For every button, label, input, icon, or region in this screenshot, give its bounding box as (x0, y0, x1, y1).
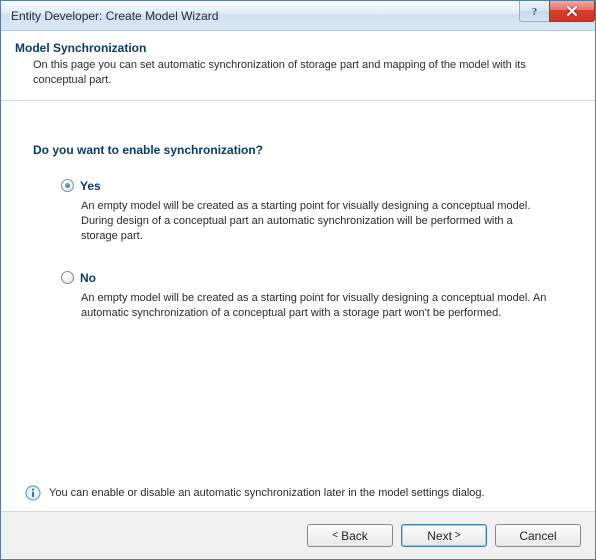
info-icon (25, 485, 41, 501)
window-title: Entity Developer: Create Model Wizard (11, 9, 218, 23)
help-button[interactable]: ? (519, 1, 549, 22)
help-icon: ? (529, 5, 540, 17)
next-button[interactable]: Next > (401, 524, 487, 547)
option-yes: Yes An empty model will be created as a … (61, 179, 563, 245)
back-button-label: Back (341, 529, 368, 543)
info-row: You can enable or disable an automatic s… (1, 485, 595, 511)
cancel-button-label: Cancel (519, 529, 556, 543)
wizard-window: Entity Developer: Create Model Wizard ? … (0, 0, 596, 560)
info-text: You can enable or disable an automatic s… (49, 487, 485, 499)
option-no-label[interactable]: No (80, 271, 96, 285)
option-no-description: An empty model will be created as a star… (81, 291, 551, 322)
close-button[interactable] (549, 1, 595, 22)
wizard-content: Do you want to enable synchronization? Y… (1, 101, 595, 485)
chevron-right-icon: > (455, 531, 461, 541)
wizard-footer: < Back Next > Cancel (1, 511, 595, 559)
titlebar-buttons: ? (519, 1, 595, 22)
titlebar: Entity Developer: Create Model Wizard ? (1, 1, 595, 31)
header-subtitle: On this page you can set automatic synch… (15, 58, 581, 88)
option-yes-row[interactable]: Yes (61, 179, 563, 193)
option-no-row[interactable]: No (61, 271, 563, 285)
question-text: Do you want to enable synchronization? (33, 143, 563, 157)
option-yes-label[interactable]: Yes (80, 179, 101, 193)
radio-yes[interactable] (61, 179, 74, 192)
svg-text:?: ? (532, 6, 538, 17)
header-title: Model Synchronization (15, 41, 581, 55)
cancel-button[interactable]: Cancel (495, 524, 581, 547)
option-no: No An empty model will be created as a s… (61, 271, 563, 322)
chevron-left-icon: < (332, 531, 338, 541)
option-yes-description: An empty model will be created as a star… (81, 199, 551, 245)
next-button-label: Next (427, 529, 452, 543)
radio-no[interactable] (61, 271, 74, 284)
back-button[interactable]: < Back (307, 524, 393, 547)
close-icon (566, 6, 578, 16)
wizard-header: Model Synchronization On this page you c… (1, 31, 595, 101)
